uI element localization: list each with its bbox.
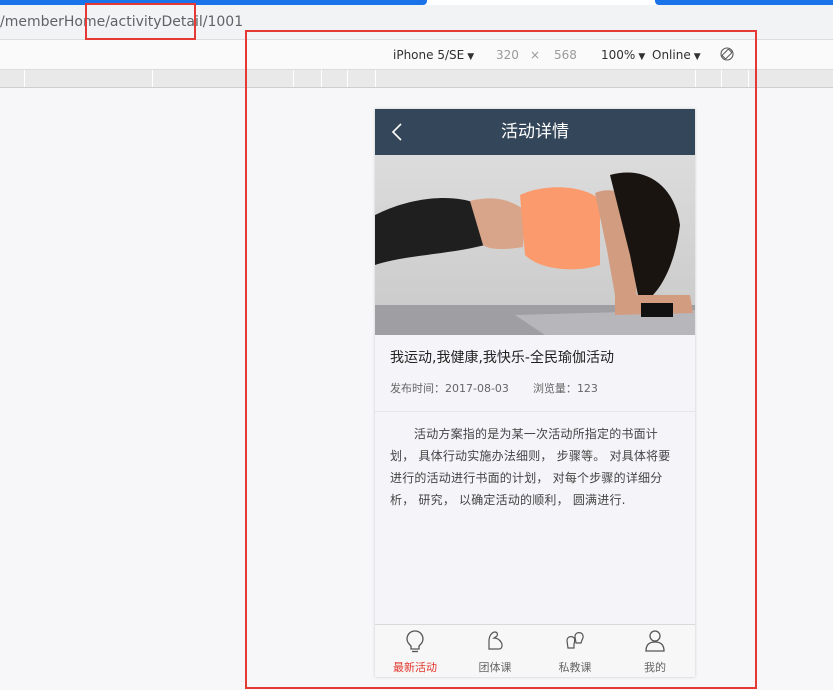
publish-label: 发布时间：: [390, 382, 445, 395]
tab-private-class[interactable]: 私教课: [535, 625, 615, 677]
views-count: 123: [576, 382, 598, 395]
back-arrow-icon[interactable]: [389, 123, 407, 141]
divider: [375, 411, 695, 412]
nav-title: 活动详情: [501, 122, 569, 142]
caret-down-icon: ▼: [467, 52, 475, 62]
activity-description: 活动方案指的是为某一次活动所指定的书面计划， 具体行动实施办法细则， 步骤等。 …: [390, 427, 671, 507]
media-query-ruler[interactable]: [0, 70, 833, 88]
device-toolbar: iPhone 5/SE ▼ 320 × 568 100% ▼ Online ▼: [0, 40, 833, 70]
width-input[interactable]: 320: [496, 48, 519, 62]
device-select[interactable]: iPhone 5/SE ▼: [393, 48, 474, 62]
caret-down-icon: ▼: [638, 52, 646, 62]
phone-screen: 活动详情 我运动,我健康,我快乐-全民瑜伽活动 发布时间：2017-08-03 浏…: [375, 109, 695, 677]
lightbulb-icon: [406, 630, 424, 653]
height-input[interactable]: 568: [554, 48, 577, 62]
activity-photo: [375, 155, 695, 335]
zoom-select[interactable]: 100% ▼: [601, 48, 645, 62]
rotate-icon[interactable]: [720, 47, 734, 61]
activity-meta: 发布时间：2017-08-03 浏览量：123: [390, 380, 598, 396]
activity-title: 我运动,我健康,我快乐-全民瑜伽活动: [390, 350, 614, 366]
tab-group-class[interactable]: 团体课: [455, 625, 535, 677]
views-label: 浏览量：: [532, 382, 577, 395]
tab-latest-activity[interactable]: 最新活动: [375, 625, 455, 677]
flexed-arm-icon: [488, 631, 503, 650]
tab-label: 我的: [644, 661, 666, 674]
user-icon: [645, 630, 665, 652]
tab-label: 团体课: [478, 661, 512, 674]
boxing-gloves-icon: [566, 632, 584, 649]
times-sign: ×: [530, 48, 541, 62]
caret-down-icon: ▼: [693, 52, 701, 62]
network-select[interactable]: Online ▼: [652, 48, 701, 62]
bottom-tab-bar: 最新活动 团体课 私教课 我的: [375, 624, 695, 677]
tab-mine[interactable]: 我的: [615, 625, 695, 677]
tab-label: 私教课: [558, 661, 592, 674]
url-highlight-box: [85, 3, 196, 40]
nav-bar: 活动详情: [375, 109, 695, 155]
tab-label: 最新活动: [393, 661, 437, 674]
publish-date: 2017-08-03: [445, 382, 509, 395]
